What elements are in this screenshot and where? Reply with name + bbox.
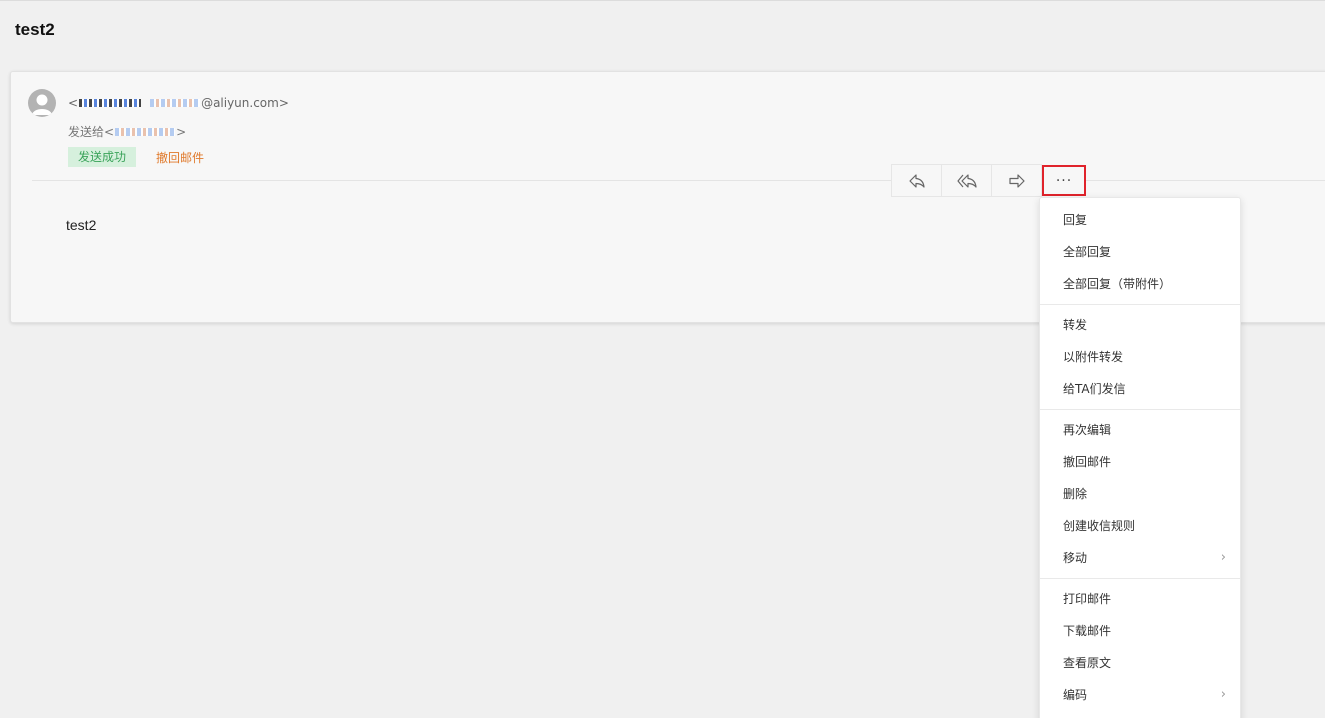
menu-separator	[1040, 578, 1240, 579]
menu-item[interactable]: 全部回复（带附件）	[1040, 268, 1240, 300]
menu-item-label: 查看原文	[1063, 656, 1112, 670]
menu-item-label: 转发	[1063, 318, 1088, 332]
menu-item-label: 以附件转发	[1063, 350, 1124, 364]
forward-icon	[1008, 173, 1025, 188]
menu-item[interactable]: 下载邮件	[1040, 615, 1240, 647]
more-icon: ···	[1055, 172, 1073, 189]
menu-item[interactable]: 删除	[1040, 478, 1240, 510]
recipients-suffix: >	[176, 124, 187, 139]
mail-subject: test2	[15, 20, 55, 39]
sender-line: < @aliyun.com>	[68, 96, 289, 110]
sender-prefix: <	[68, 96, 79, 110]
menu-item-label: 全部回复（带附件）	[1063, 277, 1172, 291]
menu-item-label: 编码	[1063, 688, 1088, 702]
top-border	[0, 0, 1325, 1]
masked-sender-name	[79, 99, 142, 107]
status-row: 发送成功 撤回邮件	[68, 147, 204, 167]
menu-item[interactable]: 移动 ›	[1040, 542, 1240, 574]
user-icon	[32, 94, 52, 115]
menu-item-label: 撤回邮件	[1063, 455, 1112, 469]
menu-item[interactable]: 创建收信规则	[1040, 510, 1240, 542]
reply-all-button[interactable]	[942, 165, 992, 196]
menu-item[interactable]: 给TA们发信	[1040, 373, 1240, 405]
mail-toolbar	[891, 164, 1042, 197]
menu-item-label: 删除	[1063, 487, 1088, 501]
more-actions-button[interactable]: ···	[1042, 165, 1086, 196]
menu-item[interactable]: 全部回复	[1040, 236, 1240, 268]
menu-item-label: 全部回复	[1063, 245, 1112, 259]
menu-item-label: 再次编辑	[1063, 423, 1112, 437]
menu-item-label: 下载邮件	[1063, 624, 1112, 638]
sender-domain: @aliyun.com>	[201, 96, 289, 110]
masked-sender-address	[150, 99, 201, 107]
header-divider	[32, 180, 1325, 181]
recall-mail-link[interactable]: 撤回邮件	[156, 149, 204, 166]
menu-item-label: 打印邮件	[1063, 592, 1112, 606]
menu-separator	[1040, 304, 1240, 305]
menu-item[interactable]: 回复	[1040, 204, 1240, 236]
reply-button[interactable]	[892, 165, 942, 196]
reply-all-icon	[956, 173, 977, 188]
more-actions-menu: 回复全部回复全部回复（带附件） 转发以附件转发给TA们发信 再次编辑撤回邮件删除创建…	[1039, 197, 1241, 718]
menu-item-label: 创建收信规则	[1063, 519, 1136, 533]
status-badge: 发送成功	[68, 147, 137, 167]
menu-item[interactable]: 转发	[1040, 309, 1240, 341]
chevron-right-icon: ›	[1220, 687, 1226, 702]
menu-item[interactable]: 编码 ›	[1040, 679, 1240, 711]
reply-icon	[908, 173, 925, 188]
avatar	[28, 89, 56, 117]
masked-recipients	[115, 127, 176, 136]
recipients-line: 发送给< >	[68, 123, 186, 140]
menu-item-label: 移动	[1063, 551, 1088, 565]
menu-item[interactable]: 查看原文	[1040, 647, 1240, 679]
forward-button[interactable]	[992, 165, 1041, 196]
menu-item[interactable]: 以附件转发	[1040, 341, 1240, 373]
menu-item[interactable]: 打印邮件	[1040, 583, 1240, 615]
mail-body: test2	[66, 217, 97, 233]
menu-separator	[1040, 409, 1240, 410]
menu-item[interactable]: 再次编辑	[1040, 414, 1240, 446]
chevron-right-icon: ›	[1220, 550, 1226, 565]
menu-item[interactable]: 撤回邮件	[1040, 446, 1240, 478]
menu-item-label: 回复	[1063, 213, 1088, 227]
recipients-prefix: 发送给<	[68, 125, 115, 139]
menu-item-label: 给TA们发信	[1063, 382, 1126, 396]
